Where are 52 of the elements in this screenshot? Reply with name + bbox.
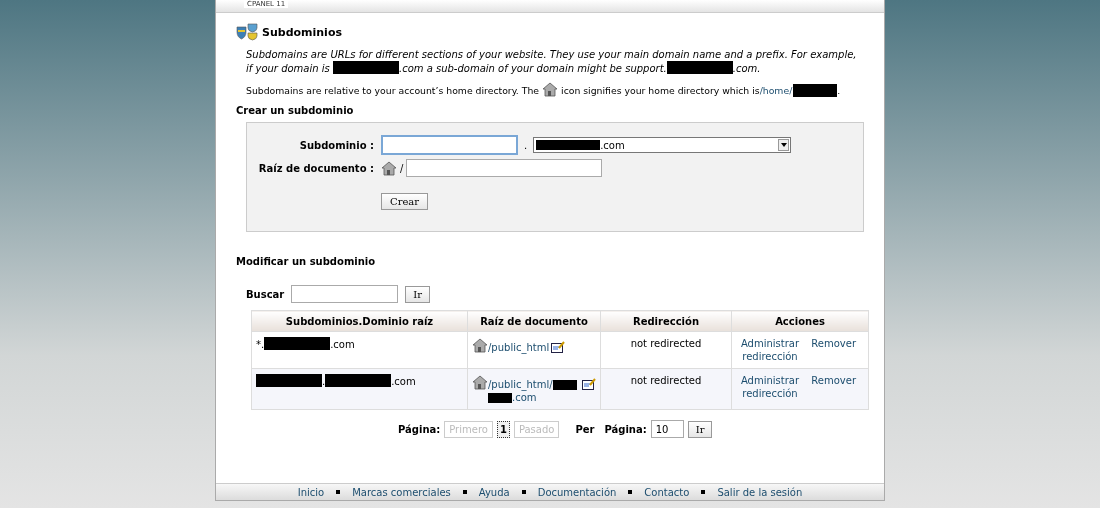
subdomain-cell: *. .com	[251, 331, 468, 369]
remove-link[interactable]: Remover	[811, 337, 856, 363]
manage-redirection-link[interactable]: Administrar redirección	[738, 374, 802, 400]
search-input[interactable]	[291, 285, 399, 303]
per-page-label: Página:	[604, 423, 647, 435]
manage-redirection-link[interactable]: Administrar redirección	[738, 337, 802, 363]
house-icon	[381, 160, 397, 176]
house-icon	[472, 337, 488, 353]
column-header: Redirección	[600, 310, 732, 332]
note-text: Subdomains are relative to your account’s home directory. The	[246, 84, 540, 97]
intro-paragraph: Subdomains are URLs for different sections of your website. They use your main domain name and a prefix. For example, if your domain is .com a sub-domain of your domain might be support. .com.	[246, 48, 858, 75]
column-header: Raíz de documento	[467, 310, 601, 332]
domain-select[interactable]: .com	[533, 137, 792, 153]
slash-text: /	[400, 162, 404, 174]
footer-link[interactable]: Marcas comerciales	[352, 486, 451, 498]
column-header: Subdominios.Dominio raíz	[251, 310, 468, 332]
page-label: Página:	[398, 423, 441, 435]
search-button[interactable]: Ir	[405, 285, 431, 303]
edit-icon[interactable]	[551, 341, 566, 353]
dot-separator: .	[524, 139, 528, 151]
per-page-input[interactable]: 10	[650, 420, 684, 438]
shields-icon	[236, 23, 258, 41]
footer-link[interactable]: Documentación	[537, 486, 617, 498]
column-header: Acciones	[731, 310, 869, 332]
docroot-input[interactable]	[406, 159, 603, 177]
subdomain-label: Subdominio :	[298, 139, 375, 151]
page-number-button[interactable]: 1	[496, 420, 510, 438]
per-page-button[interactable]: Ir	[687, 420, 713, 438]
house-icon	[542, 81, 559, 97]
note-text: icon signifies your home directory which is	[561, 84, 760, 97]
house-icon	[472, 374, 488, 390]
redirection-cell: not redirected	[600, 331, 732, 369]
docroot-link[interactable]: /public_html	[488, 341, 550, 354]
edit-icon[interactable]	[582, 378, 596, 390]
redirection-cell: not redirected	[600, 368, 732, 410]
footer-link[interactable]: Contacto	[644, 486, 690, 498]
redaction-block	[793, 84, 838, 97]
subdomain-input[interactable]	[381, 135, 518, 155]
per-label: Per	[575, 423, 595, 435]
footer-link[interactable]: Inicio	[297, 486, 325, 498]
subdomain-cell: . .com	[251, 368, 468, 410]
remove-link[interactable]: Remover	[811, 374, 856, 400]
footer-link[interactable]: Ayuda	[478, 486, 510, 498]
search-label: Buscar	[246, 288, 285, 300]
footer-link[interactable]: Salir de la sesión	[717, 486, 803, 498]
caret-icon	[780, 143, 787, 147]
page-title: Subdominios	[262, 25, 342, 39]
create-heading: Crear un subdominio	[236, 105, 355, 116]
create-button[interactable]: Crear	[381, 193, 429, 210]
docroot-label: Raíz de documento :	[257, 162, 375, 174]
note-text: .	[837, 84, 841, 97]
modify-heading: Modificar un subdominio	[236, 256, 377, 267]
